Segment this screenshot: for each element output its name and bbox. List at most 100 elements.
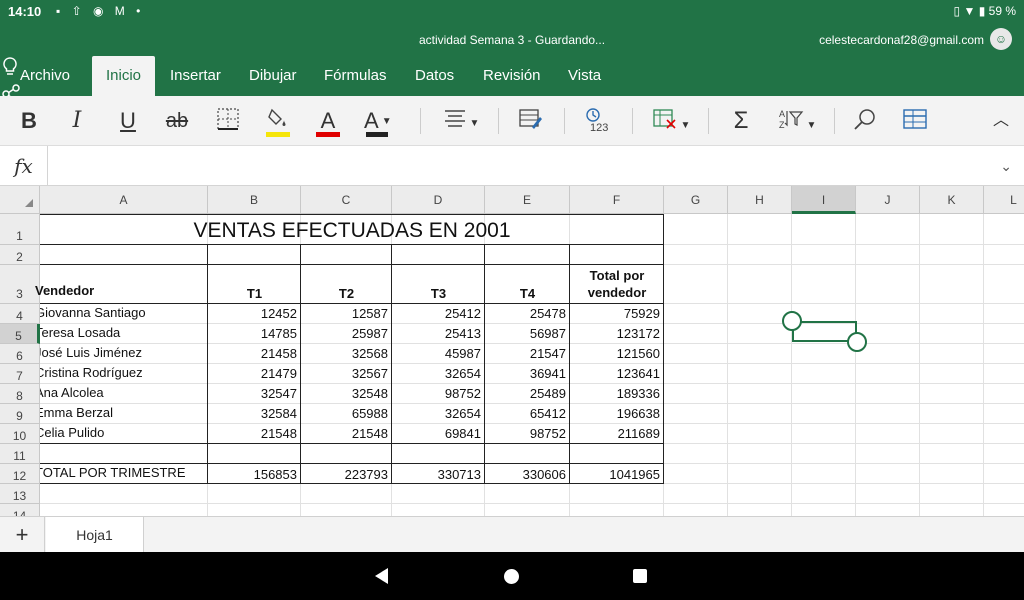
- cell-t1[interactable]: 12452: [208, 306, 300, 321]
- format-table-icon[interactable]: [518, 107, 544, 135]
- cell-vendor-name[interactable]: Emma Berzal: [40, 405, 208, 424]
- cell-t2[interactable]: 32548: [301, 386, 391, 401]
- tab-formulas[interactable]: Fórmulas: [314, 56, 397, 96]
- spreadsheet-grid[interactable]: A B C D E F G H I J K L 1 2 3 4 5 6 7 8 9 10 11 12 13 14 VENTAS EF…: [0, 186, 1024, 516]
- header-t1[interactable]: T1: [208, 286, 301, 301]
- column-header-b[interactable]: B: [208, 186, 301, 214]
- selection-handle-start[interactable]: [782, 311, 802, 331]
- column-header-f[interactable]: F: [570, 186, 664, 214]
- row-header-8[interactable]: 8: [0, 384, 40, 404]
- header-t4[interactable]: T4: [485, 286, 570, 301]
- formula-input[interactable]: [49, 146, 984, 186]
- strikethrough-button[interactable]: ab: [164, 107, 190, 135]
- cell-t1[interactable]: 14785: [208, 326, 300, 341]
- home-icon[interactable]: [504, 569, 519, 584]
- row-header-5[interactable]: 5: [0, 324, 40, 344]
- row-header-6[interactable]: 6: [0, 344, 40, 364]
- cell-t4[interactable]: 25489: [485, 386, 569, 401]
- cell-t3[interactable]: 98752: [392, 386, 484, 401]
- function-button[interactable]: fx: [0, 146, 48, 186]
- insert-delete-dropdown[interactable]: ▼: [650, 107, 692, 135]
- fill-color-icon[interactable]: [264, 107, 292, 137]
- cell-vendor-name[interactable]: Giovanna Santiago: [40, 305, 208, 324]
- column-header-l[interactable]: L: [984, 186, 1024, 214]
- underline-button[interactable]: U: [115, 107, 141, 135]
- cell-vendor-name[interactable]: José Luis Jiménez: [40, 345, 208, 364]
- cell-t1[interactable]: 21548: [208, 426, 300, 441]
- cell-t4[interactable]: 21547: [485, 346, 569, 361]
- cell-t2[interactable]: 25987: [301, 326, 391, 341]
- row-header-2[interactable]: 2: [0, 245, 40, 265]
- tab-vista[interactable]: Vista: [558, 56, 611, 96]
- cell-t2[interactable]: 12587: [301, 306, 391, 321]
- select-all-corner[interactable]: [0, 186, 40, 214]
- cell-total-total[interactable]: 1041965: [570, 467, 663, 482]
- freeze-panes-icon[interactable]: [902, 107, 928, 135]
- bold-button[interactable]: B: [16, 107, 42, 135]
- cell-t4[interactable]: 36941: [485, 366, 569, 381]
- sheet-title-cell[interactable]: VENTAS EFECTUADAS EN 2001: [40, 215, 664, 245]
- recent-apps-icon[interactable]: [633, 569, 647, 583]
- column-header-a[interactable]: A: [40, 186, 208, 214]
- column-header-g[interactable]: G: [664, 186, 728, 214]
- search-icon[interactable]: [852, 107, 878, 135]
- tab-insertar[interactable]: Insertar: [160, 56, 231, 96]
- row-header-13[interactable]: 13: [0, 484, 40, 504]
- row-header-7[interactable]: 7: [0, 364, 40, 384]
- cell-t3[interactable]: 32654: [392, 366, 484, 381]
- cell-t2[interactable]: 32567: [301, 366, 391, 381]
- column-header-i[interactable]: I: [792, 186, 856, 214]
- cell-t4[interactable]: 98752: [485, 426, 569, 441]
- column-header-k[interactable]: K: [920, 186, 984, 214]
- cell-t1[interactable]: 32584: [208, 406, 300, 421]
- cell-t3[interactable]: 25413: [392, 326, 484, 341]
- cell-t3[interactable]: 25412: [392, 306, 484, 321]
- account-email[interactable]: celestecardonaf28@gmail.com: [819, 33, 984, 47]
- cell-t2[interactable]: 21548: [301, 426, 391, 441]
- cell-t3[interactable]: 69841: [392, 426, 484, 441]
- borders-icon[interactable]: [215, 107, 241, 135]
- row-header-11[interactable]: 11: [0, 444, 40, 464]
- cell-vendor-name[interactable]: Ana Alcolea: [40, 385, 208, 404]
- italic-button[interactable]: I: [64, 107, 90, 135]
- tab-datos[interactable]: Datos: [405, 56, 464, 96]
- cell-total[interactable]: 189336: [570, 386, 663, 401]
- cell-total-t2[interactable]: 223793: [301, 467, 391, 482]
- cell-vendor-name[interactable]: Cristina Rodríguez: [40, 365, 208, 384]
- cell-t3[interactable]: 32654: [392, 406, 484, 421]
- row-header-9[interactable]: 9: [0, 404, 40, 424]
- cell-total[interactable]: 123641: [570, 366, 663, 381]
- number-format-icon[interactable]: 123: [584, 107, 612, 135]
- row-header-10[interactable]: 10: [0, 424, 40, 444]
- cell-total-t4[interactable]: 330606: [485, 467, 569, 482]
- cell-t3[interactable]: 45987: [392, 346, 484, 361]
- cell-t1[interactable]: 32547: [208, 386, 300, 401]
- column-header-j[interactable]: J: [856, 186, 920, 214]
- row-header-4[interactable]: 4: [0, 304, 40, 324]
- cell-total-t3[interactable]: 330713: [392, 467, 484, 482]
- header-t3[interactable]: T3: [392, 286, 485, 301]
- tab-archivo[interactable]: Archivo: [10, 56, 80, 96]
- cell-t1[interactable]: 21479: [208, 366, 300, 381]
- sort-filter-dropdown[interactable]: A Z ▼: [776, 107, 818, 135]
- back-icon[interactable]: [375, 568, 388, 584]
- header-total-line2[interactable]: vendedor: [570, 285, 664, 300]
- font-color-button[interactable]: A: [314, 107, 342, 137]
- tab-revision[interactable]: Revisión: [473, 56, 551, 96]
- cell-t1[interactable]: 21458: [208, 346, 300, 361]
- row-header-12[interactable]: 12: [0, 464, 40, 484]
- chevron-down-icon[interactable]: ⌄: [1000, 158, 1012, 175]
- cell-total[interactable]: 75929: [570, 306, 663, 321]
- align-dropdown[interactable]: ▼: [440, 107, 482, 135]
- column-header-c[interactable]: C: [301, 186, 392, 214]
- add-sheet-button[interactable]: +: [0, 517, 45, 553]
- cell-total-t1[interactable]: 156853: [208, 467, 300, 482]
- cell-total[interactable]: 121560: [570, 346, 663, 361]
- cell-total[interactable]: 211689: [570, 426, 663, 441]
- row-header-14[interactable]: 14: [0, 504, 40, 516]
- cell-vendor-name[interactable]: Celia Pulido: [40, 425, 208, 444]
- cell-total[interactable]: 196638: [570, 406, 663, 421]
- row-header-1[interactable]: 1: [0, 214, 40, 245]
- tab-dibujar[interactable]: Dibujar: [239, 56, 307, 96]
- cell-totals-label[interactable]: TOTAL POR TRIMESTRE: [40, 465, 208, 480]
